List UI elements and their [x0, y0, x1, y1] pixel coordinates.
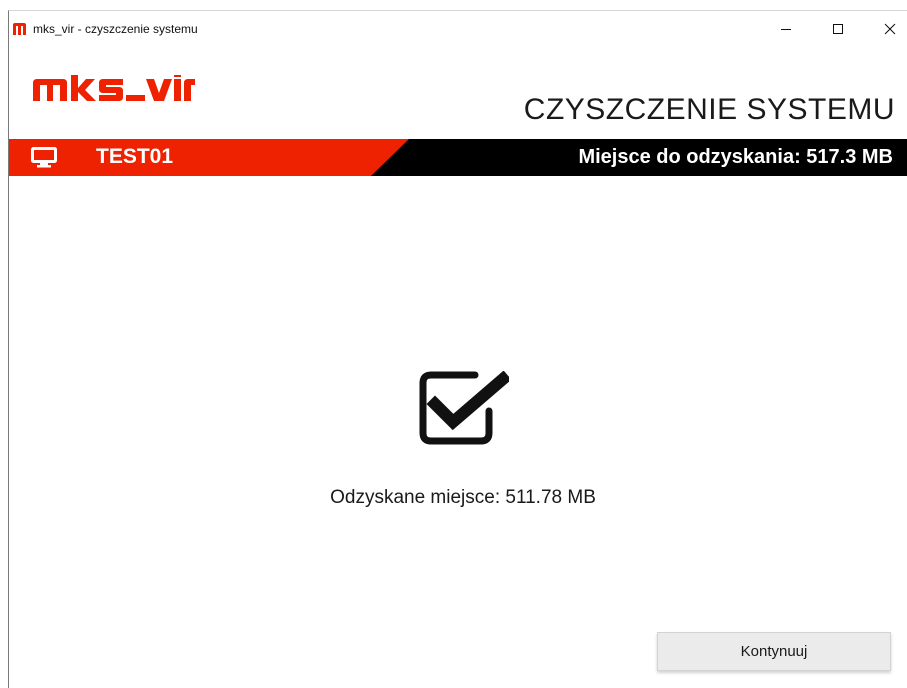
minimize-button[interactable] [763, 11, 809, 47]
minimize-icon [781, 29, 791, 30]
page-title: CZYSZCZENIE SYSTEMU [523, 93, 895, 126]
brand-logo: mks_vir [33, 75, 195, 101]
computer-name: TEST01 [96, 145, 174, 168]
maximize-icon [833, 24, 843, 34]
recovered-space-label: Odzyskane miejsce: 511.78 MB [330, 487, 596, 508]
maximize-button[interactable] [815, 11, 861, 47]
app-window: mks_vir - czyszczenie systemu CZYSZCZENI… [8, 10, 907, 688]
close-icon [884, 23, 896, 35]
app-header: mks_vir CZYSZCZENIE SYSTEMU [9, 47, 907, 139]
close-button[interactable] [867, 11, 907, 47]
recoverable-space-label: Miejsce do odzyskania: 517.3 MB [578, 146, 893, 168]
app-logo-icon [13, 23, 26, 35]
monitor-icon [31, 147, 57, 168]
status-banner: TEST01 Miejsce do odzyskania: 517.3 MB [9, 139, 907, 176]
checkbox-checked-icon [419, 371, 509, 445]
window-title: mks_vir - czyszczenie systemu [33, 22, 198, 36]
continue-button[interactable]: Kontynuuj [657, 632, 891, 671]
title-bar[interactable]: mks_vir - czyszczenie systemu [9, 11, 907, 47]
